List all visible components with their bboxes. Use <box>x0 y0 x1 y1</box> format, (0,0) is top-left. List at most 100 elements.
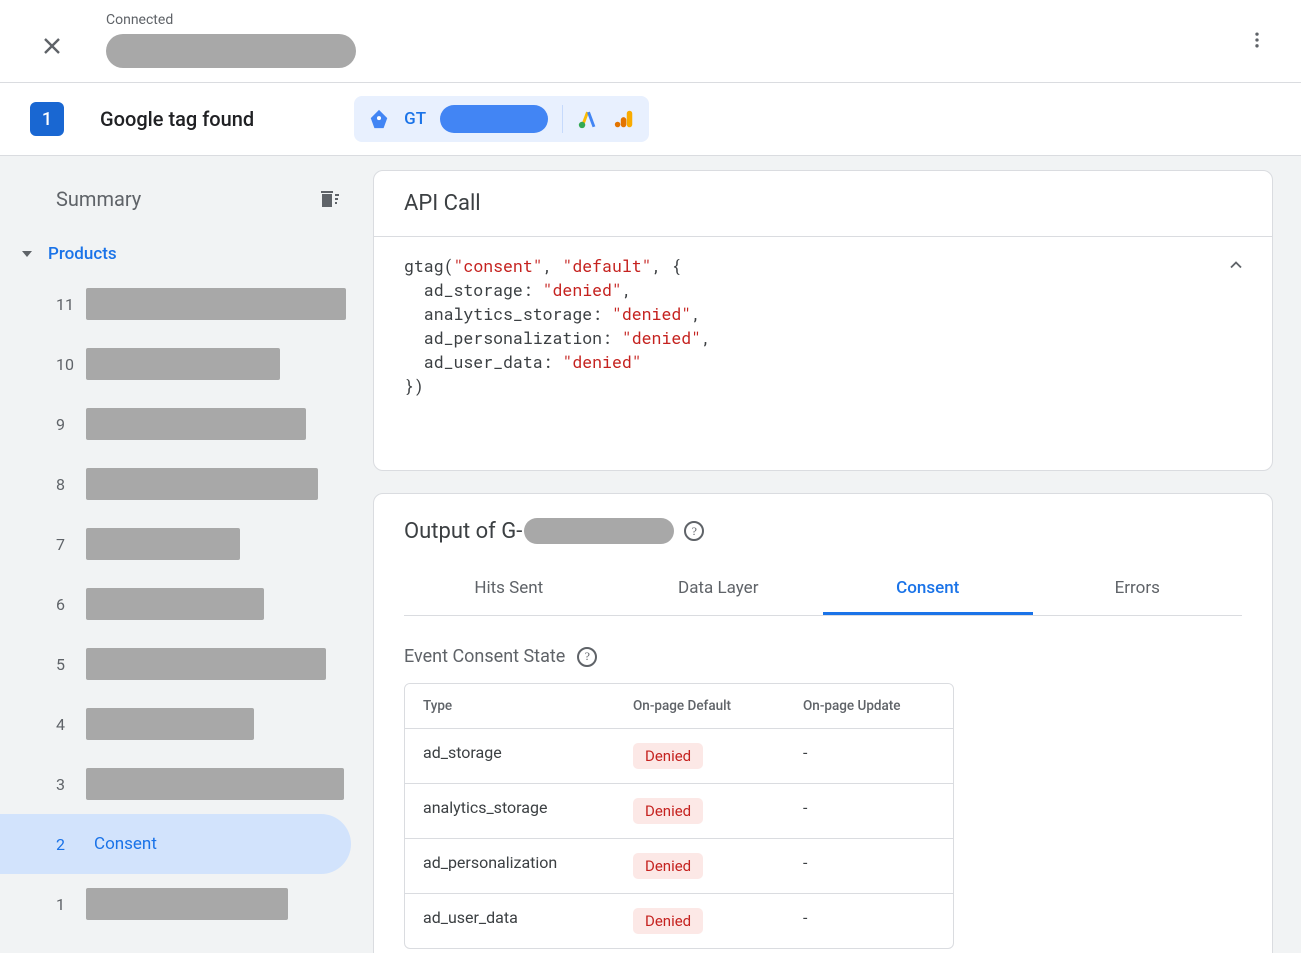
event-label-redacted <box>86 588 264 620</box>
api-call-code: gtag("consent", "default", { ad_storage:… <box>374 237 1272 470</box>
kebab-icon <box>1247 30 1267 50</box>
output-title-prefix: Output of G- <box>404 519 522 544</box>
event-label-redacted <box>86 768 344 800</box>
event-number: 9 <box>56 415 76 434</box>
event-number: 4 <box>56 715 76 734</box>
denied-badge: Denied <box>633 743 703 769</box>
output-tabs: Hits SentData LayerConsentErrors <box>404 564 1242 616</box>
consent-default-cell: Denied <box>615 839 785 893</box>
event-label-redacted <box>86 348 280 380</box>
api-call-header: API Call <box>374 171 1272 237</box>
consent-default-cell: Denied <box>615 784 785 838</box>
tab-consent[interactable]: Consent <box>823 564 1033 615</box>
event-item[interactable]: 8 <box>0 454 351 514</box>
clear-icon <box>316 187 340 211</box>
denied-badge: Denied <box>633 798 703 824</box>
consent-type-cell: ad_user_data <box>405 894 615 948</box>
chip-divider <box>562 105 563 133</box>
event-number: 11 <box>56 295 76 314</box>
event-item[interactable]: 10 <box>0 334 351 394</box>
event-label-redacted <box>86 648 326 680</box>
denied-badge: Denied <box>633 908 703 934</box>
tab-errors[interactable]: Errors <box>1033 564 1243 615</box>
chevron-down-icon <box>22 251 32 257</box>
tab-data-layer[interactable]: Data Layer <box>614 564 824 615</box>
table-row: ad_storage Denied - <box>405 728 953 783</box>
help-icon[interactable]: ? <box>684 521 704 541</box>
event-label-redacted <box>86 528 240 560</box>
event-number: 3 <box>56 775 76 794</box>
event-label-redacted <box>86 408 306 440</box>
consent-type-cell: ad_storage <box>405 729 615 783</box>
denied-badge: Denied <box>633 853 703 879</box>
event-item[interactable]: 7 <box>0 514 351 574</box>
table-header-cell: On-page Default <box>615 684 785 728</box>
close-button[interactable] <box>28 22 76 70</box>
event-number: 10 <box>56 355 76 374</box>
connected-label: Connected <box>106 12 356 28</box>
google-tag-icon <box>368 108 390 130</box>
connection-block: Connected <box>106 12 356 68</box>
tab-hits-sent[interactable]: Hits Sent <box>404 564 614 615</box>
event-item[interactable]: 3 <box>0 754 351 814</box>
summary-link[interactable]: Summary <box>56 187 141 211</box>
consent-state-heading: Event Consent State ? <box>404 646 1242 667</box>
event-number: 5 <box>56 655 76 674</box>
event-label-redacted <box>86 288 346 320</box>
table-row: ad_user_data Denied - <box>405 893 953 948</box>
collapse-code-button[interactable] <box>1222 251 1250 279</box>
output-id-redacted <box>524 518 674 544</box>
consent-type-cell: ad_personalization <box>405 839 615 893</box>
google-ads-icon <box>577 108 599 130</box>
clear-events-button[interactable] <box>311 182 345 216</box>
close-icon <box>40 34 64 58</box>
output-title: Output of G- ? <box>404 518 1242 544</box>
table-header-cell: On-page Update <box>785 684 953 728</box>
event-label-redacted <box>86 468 318 500</box>
event-number: 7 <box>56 535 76 554</box>
consent-type-cell: analytics_storage <box>405 784 615 838</box>
table-row: ad_personalization Denied - <box>405 838 953 893</box>
consent-update-cell: - <box>785 839 953 893</box>
table-row: analytics_storage Denied - <box>405 783 953 838</box>
event-number: 2 <box>56 835 76 854</box>
event-item[interactable]: 11 <box>0 274 351 334</box>
event-item[interactable]: 9 <box>0 394 351 454</box>
tag-found-title: Google tag found <box>100 107 254 131</box>
products-label: Products <box>48 244 117 264</box>
event-label-redacted <box>86 708 254 740</box>
consent-update-cell: - <box>785 784 953 838</box>
chevron-up-icon <box>1226 255 1246 275</box>
event-number: 6 <box>56 595 76 614</box>
google-analytics-icon <box>613 108 635 130</box>
help-icon[interactable]: ? <box>577 647 597 667</box>
consent-default-cell: Denied <box>615 729 785 783</box>
domain-redacted <box>106 34 356 68</box>
event-label-redacted <box>86 888 288 920</box>
event-item[interactable]: 5 <box>0 634 351 694</box>
table-header-row: TypeOn-page DefaultOn-page Update <box>405 684 953 728</box>
consent-default-cell: Denied <box>615 894 785 948</box>
more-menu-button[interactable] <box>1237 20 1277 60</box>
tag-chip[interactable]: GT <box>354 96 649 142</box>
sidebar: Summary Products 11 10 9 8 7 6 5 4 3 2 Consent 1 <box>0 156 373 953</box>
event-item[interactable]: 4 <box>0 694 351 754</box>
table-header-cell: Type <box>405 684 615 728</box>
event-item[interactable]: 6 <box>0 574 351 634</box>
gt-prefix: GT <box>404 109 426 129</box>
consent-table: TypeOn-page DefaultOn-page Updatead_stor… <box>404 683 954 949</box>
event-item-consent[interactable]: 2 Consent <box>0 814 351 874</box>
api-call-card: API Call gtag("consent", "default", { ad… <box>373 170 1273 471</box>
event-number: 8 <box>56 475 76 494</box>
tag-count-badge: 1 <box>30 102 64 136</box>
tag-id-redacted <box>440 105 548 133</box>
main-content: API Call gtag("consent", "default", { ad… <box>373 156 1301 953</box>
consent-update-cell: - <box>785 729 953 783</box>
consent-update-cell: - <box>785 894 953 948</box>
consent-state-label: Event Consent State <box>404 646 565 667</box>
output-card: Output of G- ? Hits SentData LayerConsen… <box>373 493 1273 953</box>
products-section-toggle[interactable]: Products <box>0 224 373 274</box>
event-label: Consent <box>94 834 157 854</box>
event-number: 1 <box>56 895 76 914</box>
event-item[interactable]: 1 <box>0 874 351 934</box>
